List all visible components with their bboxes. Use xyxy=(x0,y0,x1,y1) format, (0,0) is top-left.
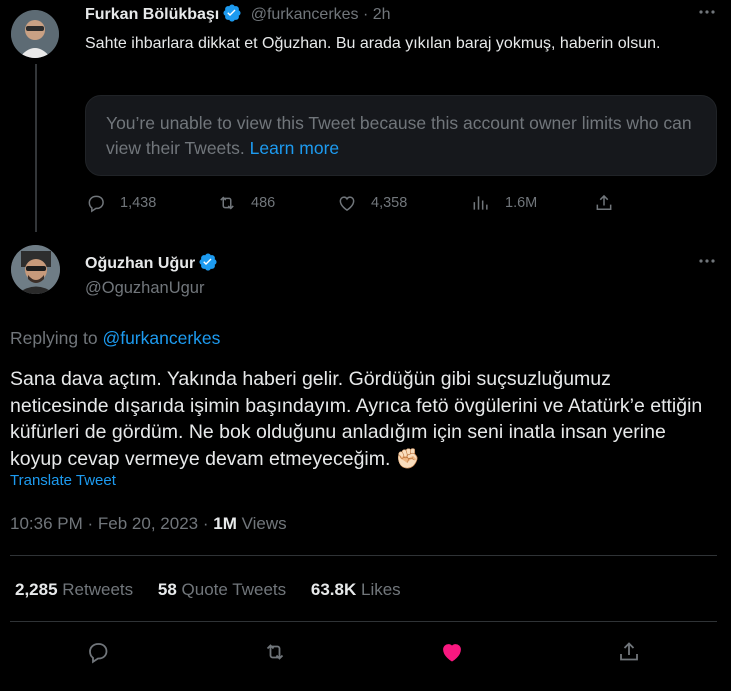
reply-button[interactable]: 1,438 xyxy=(86,193,156,213)
likes-count: 63.8K xyxy=(310,580,357,599)
replying-to-label: Replying to xyxy=(10,328,98,348)
views-label: Views xyxy=(241,514,287,533)
like-button[interactable] xyxy=(440,640,464,669)
retweet-button[interactable]: 486 xyxy=(217,193,275,213)
retweets-count: 2,285 xyxy=(15,580,58,599)
separator: · xyxy=(87,514,94,533)
reply-icon xyxy=(88,195,104,213)
like-count: 4,358 xyxy=(371,195,408,211)
retweet-count: 486 xyxy=(251,195,276,211)
quote-label: Quote Tweets xyxy=(181,580,287,599)
reply-button[interactable] xyxy=(86,640,110,669)
author-handle[interactable]: @OguzhanUgur xyxy=(85,277,218,299)
learn-more-link[interactable]: Learn more xyxy=(250,138,340,158)
separator: · xyxy=(363,6,369,23)
heart-icon xyxy=(339,196,355,211)
views-chart-icon xyxy=(473,196,488,210)
translate-tweet-link[interactable]: Translate Tweet xyxy=(10,471,116,491)
verified-badge-icon xyxy=(223,4,241,22)
retweets-stat[interactable]: 2,285 Retweets xyxy=(15,580,138,599)
avatar-oguzhan[interactable] xyxy=(11,245,60,294)
more-horizontal-icon[interactable] xyxy=(697,251,717,276)
author-handle[interactable]: @furkancerkes xyxy=(251,6,359,23)
retweets-label: Retweets xyxy=(62,580,134,599)
reply-icon xyxy=(89,643,108,664)
reply-count: 1,438 xyxy=(120,195,157,211)
quote-tweets-stat[interactable]: 58 Quote Tweets xyxy=(158,580,291,599)
divider xyxy=(10,555,717,556)
reply-tweet-header: Furkan Bölükbaşı @furkancerkes · 2h xyxy=(85,3,391,26)
replying-to: Replying to @furkancerkes xyxy=(10,326,220,350)
views-count: 1M xyxy=(213,514,237,533)
likes-stat[interactable]: 63.8K Likes xyxy=(311,580,401,599)
main-tweet-text-block: Sana dava açtım. Yakında haberi gelir. G… xyxy=(10,366,710,472)
replying-to-handle[interactable]: @furkancerkes xyxy=(102,328,220,348)
tweet-date[interactable]: Feb 20, 2023 xyxy=(98,514,198,533)
heart-icon xyxy=(443,644,461,662)
tweet-meta: 10:36 PM · Feb 20, 2023 · 1M Views xyxy=(10,512,287,536)
verified-badge-icon xyxy=(199,253,217,271)
avatar-furkan[interactable] xyxy=(11,10,59,58)
share-icon xyxy=(620,642,638,661)
tweet-text: Sahte ihbarlara dikkat et Oğuzhan. Bu ar… xyxy=(85,35,661,52)
retweet-icon xyxy=(266,644,284,660)
divider xyxy=(10,621,717,622)
share-button[interactable] xyxy=(594,193,614,213)
unavailable-tweet-notice: You’re unable to view this Tweet because… xyxy=(85,95,717,176)
retweet-button[interactable] xyxy=(263,640,287,669)
separator: · xyxy=(202,514,209,533)
author-name[interactable]: Oğuzhan Uğur xyxy=(85,255,195,272)
quote-count: 58 xyxy=(157,580,177,599)
retweet-icon xyxy=(220,196,234,210)
author-name[interactable]: Furkan Bölükbaşı xyxy=(85,6,219,23)
likes-label: Likes xyxy=(360,580,401,599)
more-horizontal-icon[interactable] xyxy=(697,2,717,27)
tweet-time[interactable]: 2h xyxy=(373,6,391,23)
views-button[interactable]: 1.6M xyxy=(471,193,537,213)
share-icon xyxy=(596,194,612,210)
main-tweet-author: Oğuzhan Uğur @OguzhanUgur xyxy=(85,252,218,299)
notice-text: You’re unable to view this Tweet because… xyxy=(106,113,692,158)
tweet-time[interactable]: 10:36 PM xyxy=(10,514,83,533)
tweet-text: Sana dava açtım. Yakında haberi gelir. G… xyxy=(10,368,703,470)
like-button[interactable]: 4,358 xyxy=(337,193,407,213)
views-count: 1.6M xyxy=(505,195,538,211)
share-button[interactable] xyxy=(617,640,641,669)
thread-line xyxy=(35,64,37,232)
engagement-stats: 2,285 Retweets 58 Quote Tweets 63.8K Lik… xyxy=(15,578,401,602)
raised-fist-emoji: ✊🏻 xyxy=(395,447,421,470)
